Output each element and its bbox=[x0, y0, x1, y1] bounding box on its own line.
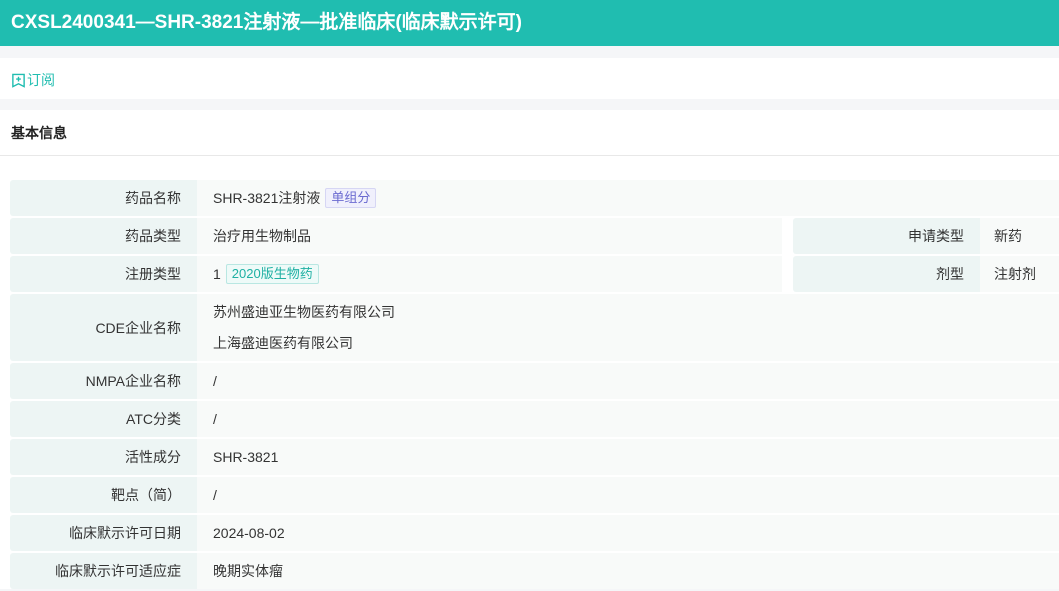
subscribe-button[interactable]: 订阅 bbox=[11, 70, 55, 90]
drug-name-value: SHR-3821注射液 bbox=[213, 190, 321, 206]
info-table: 药品名称 SHR-3821注射液 单组分 药品类型 治疗用生物制品 申请类型 新药… bbox=[10, 180, 1059, 591]
indication-value: 晚期实体瘤 bbox=[197, 553, 1059, 589]
drug-type-value: 治疗用生物制品 bbox=[197, 218, 782, 254]
field-label: 药品名称 bbox=[10, 180, 197, 216]
field-label: NMPA企业名称 bbox=[10, 363, 197, 399]
page-title: CXSL2400341—SHR-3821注射液—批准临床(临床默示许可) bbox=[0, 0, 1059, 46]
component-tag: 单组分 bbox=[325, 188, 377, 208]
row-nmpa-company: NMPA企业名称 / bbox=[10, 363, 1059, 399]
section-title: 基本信息 bbox=[0, 110, 1059, 156]
field-label: 临床默示许可适应症 bbox=[10, 553, 197, 589]
field-label: 药品类型 bbox=[10, 218, 197, 254]
row-drug-name: 药品名称 SHR-3821注射液 单组分 bbox=[10, 180, 1059, 216]
row-cde-company: CDE企业名称 苏州盛迪亚生物医药有限公司 上海盛迪医药有限公司 bbox=[10, 294, 1059, 361]
reg-type-value: 1 bbox=[213, 266, 221, 282]
field-label: 靶点（简） bbox=[10, 477, 197, 513]
nmpa-company-value: / bbox=[197, 363, 1059, 399]
bookmark-plus-icon bbox=[12, 73, 25, 88]
row-reg-type: 注册类型 1 2020版生物药 剂型 注射剂 bbox=[10, 256, 1059, 292]
approval-date-value: 2024-08-02 bbox=[197, 515, 1059, 551]
field-label: 临床默示许可日期 bbox=[10, 515, 197, 551]
row-active: 活性成分 SHR-3821 bbox=[10, 439, 1059, 475]
row-target: 靶点（简） / bbox=[10, 477, 1059, 513]
row-drug-type: 药品类型 治疗用生物制品 申请类型 新药 bbox=[10, 218, 1059, 254]
atc-value: / bbox=[197, 401, 1059, 437]
dosage-form-value: 注射剂 bbox=[980, 256, 1059, 292]
subscribe-label: 订阅 bbox=[27, 72, 55, 88]
toolbar: 订阅 bbox=[0, 58, 1059, 99]
row-approval-date: 临床默示许可日期 2024-08-02 bbox=[10, 515, 1059, 551]
field-label: CDE企业名称 bbox=[10, 294, 197, 361]
cde-company-value: 苏州盛迪亚生物医药有限公司 bbox=[213, 304, 395, 320]
field-label: 注册类型 bbox=[10, 256, 197, 292]
field-label: 活性成分 bbox=[10, 439, 197, 475]
active-value: SHR-3821 bbox=[197, 439, 1059, 475]
target-value: / bbox=[197, 477, 1059, 513]
row-atc: ATC分类 / bbox=[10, 401, 1059, 437]
reg-category-tag: 2020版生物药 bbox=[225, 264, 319, 284]
field-label: 剂型 bbox=[793, 256, 980, 292]
field-label: ATC分类 bbox=[10, 401, 197, 437]
apply-type-value: 新药 bbox=[980, 218, 1059, 254]
row-indication: 临床默示许可适应症 晚期实体瘤 bbox=[10, 553, 1059, 589]
field-label: 申请类型 bbox=[793, 218, 980, 254]
basic-info-panel: 基本信息 药品名称 SHR-3821注射液 单组分 药品类型 治疗用生物制品 申请… bbox=[0, 110, 1059, 589]
cde-company-value: 上海盛迪医药有限公司 bbox=[213, 335, 353, 351]
